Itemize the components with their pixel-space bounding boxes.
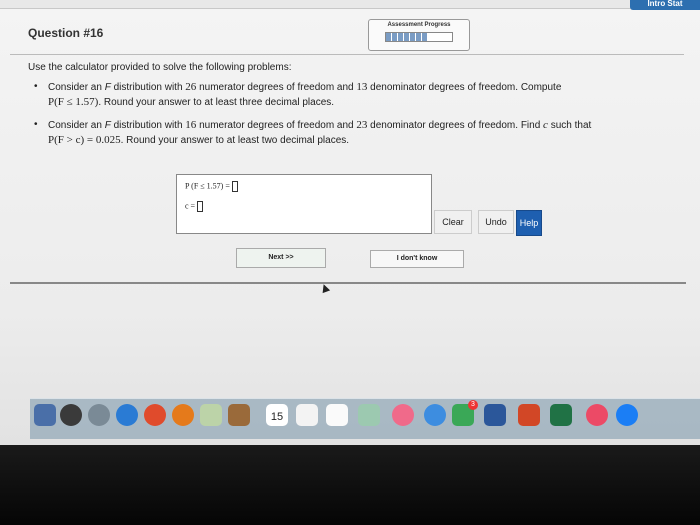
undo-button[interactable]: Undo xyxy=(478,210,514,234)
launchpad-icon[interactable] xyxy=(88,404,110,426)
problem-text: such that xyxy=(547,120,592,131)
problem-list: • Consider an F distribution with 26 num… xyxy=(30,80,670,156)
progress-fill xyxy=(386,33,427,41)
problem-text: Consider an xyxy=(48,82,105,93)
question-header: Question #16 Assessment Progress xyxy=(10,18,684,54)
bullet-icon: • xyxy=(34,81,38,92)
problem-text: Consider an xyxy=(48,120,105,131)
intro-stat-tab[interactable]: Intro Stat xyxy=(630,0,700,10)
maps-icon[interactable] xyxy=(358,404,380,426)
contacts-icon[interactable] xyxy=(228,404,250,426)
numerator-df: 16 xyxy=(185,119,197,131)
question-title: Question #16 xyxy=(28,26,104,40)
progress-label: Assessment Progress xyxy=(387,22,451,28)
photos-stamp-icon[interactable] xyxy=(200,404,222,426)
answer-input-1[interactable] xyxy=(231,181,238,192)
calendar-day: 15 xyxy=(270,411,284,423)
probability-expression: P(F ≤ 1.57) xyxy=(48,96,99,108)
help-button[interactable]: Help xyxy=(516,210,542,236)
chrome-icon[interactable] xyxy=(144,404,166,426)
bullet-icon: • xyxy=(34,119,38,130)
calendar-icon[interactable]: 15 xyxy=(266,404,288,426)
problem-text: . Round your answer to at least three de… xyxy=(98,97,335,108)
laptop-bezel xyxy=(0,445,700,525)
photos-icon[interactable] xyxy=(392,404,414,426)
answer-row-2: c = xyxy=(185,201,204,212)
problem-text: numerator degrees of freedom and xyxy=(196,82,357,93)
firefox-icon[interactable] xyxy=(172,404,194,426)
next-button[interactable]: Next >> xyxy=(236,248,326,268)
finder-icon[interactable] xyxy=(34,404,56,426)
answer-row-1: P (F ≤ 1.57) = xyxy=(185,181,238,192)
answer-label-1: P (F ≤ 1.57) = xyxy=(185,181,230,191)
dock: 15 3 xyxy=(30,398,700,439)
probability-expression: P(F > c) = 0.025 xyxy=(48,134,121,146)
assessment-progress: Assessment Progress xyxy=(368,19,470,51)
app-store-icon[interactable] xyxy=(616,404,638,426)
facetime-icon[interactable]: 3 xyxy=(452,400,478,426)
browser-tab-strip xyxy=(0,0,700,9)
header-divider xyxy=(10,54,684,55)
powerpoint-icon[interactable] xyxy=(518,404,540,426)
problem-text: distribution with xyxy=(110,82,186,93)
problem-item-2: • Consider an F distribution with 16 num… xyxy=(30,118,670,148)
problem-text: denominator degrees of freedom. Find xyxy=(367,120,544,131)
notification-badge: 3 xyxy=(468,400,478,410)
problem-text: numerator degrees of freedom and xyxy=(196,120,357,131)
denominator-df: 13 xyxy=(356,81,368,93)
mouse-cursor-icon xyxy=(319,282,331,294)
siri-icon[interactable] xyxy=(60,404,82,426)
problem-text: distribution with xyxy=(110,120,186,131)
problem-text: denominator degrees of freedom. Compute xyxy=(367,82,562,93)
messages-icon[interactable] xyxy=(424,404,446,426)
problem-item-1: • Consider an F distribution with 26 num… xyxy=(30,80,670,110)
safari-icon[interactable] xyxy=(116,404,138,426)
problem-text: . Round your answer to at least two deci… xyxy=(120,135,350,146)
reminders-icon[interactable] xyxy=(326,404,348,426)
answer-label-2: c = xyxy=(185,201,196,211)
browser-viewport: Intro Stat Question #16 Assessment Progr… xyxy=(0,0,700,445)
instructions: Use the calculator provided to solve the… xyxy=(28,62,292,73)
numerator-df: 26 xyxy=(185,81,197,93)
excel-icon[interactable] xyxy=(550,404,572,426)
music-icon[interactable] xyxy=(586,404,608,426)
dont-know-button[interactable]: I don't know xyxy=(370,250,464,268)
word-icon[interactable] xyxy=(484,404,506,426)
progress-bar xyxy=(385,32,453,42)
notes-icon[interactable] xyxy=(296,404,318,426)
answer-input-2[interactable] xyxy=(197,201,204,212)
clear-button[interactable]: Clear xyxy=(434,210,472,234)
footer-divider xyxy=(10,282,686,284)
answer-panel: P (F ≤ 1.57) = c = xyxy=(176,174,432,234)
denominator-df: 23 xyxy=(356,119,368,131)
